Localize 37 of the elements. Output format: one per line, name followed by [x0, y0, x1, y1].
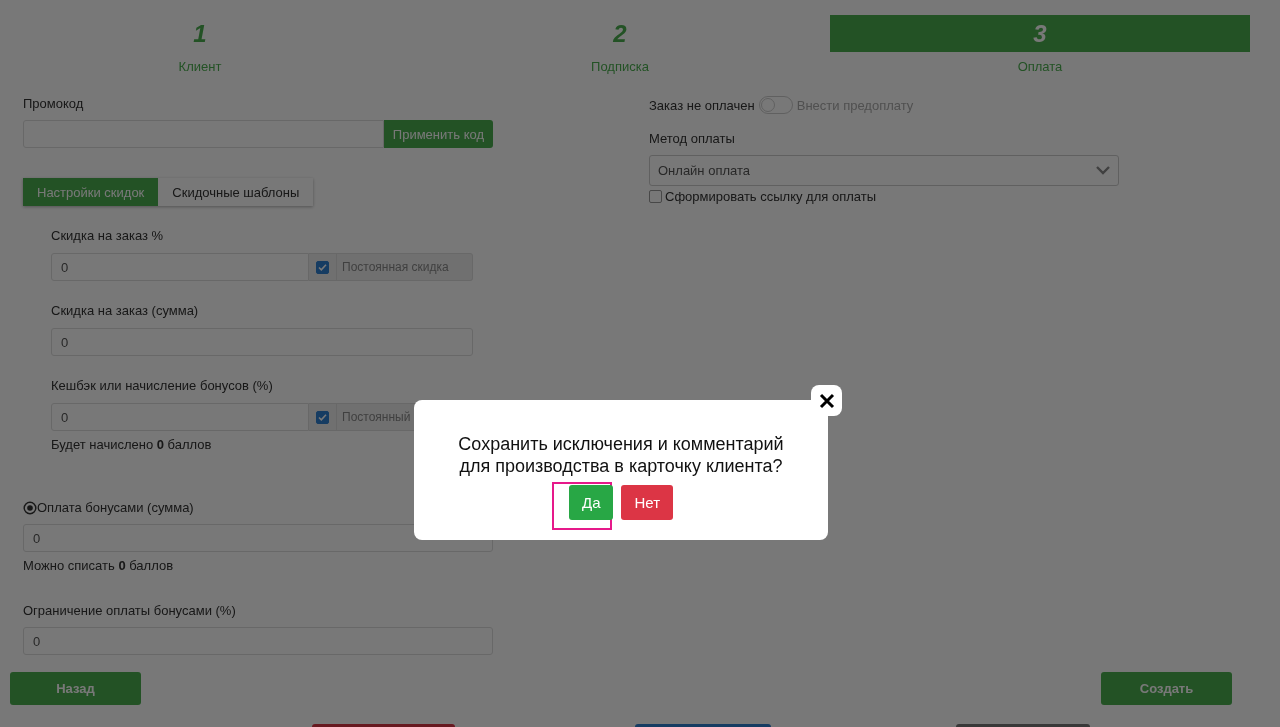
create-button[interactable]: Создать — [1101, 672, 1232, 705]
payment-method-dropdown[interactable]: Онлайн оплата — [649, 155, 1119, 186]
tab[interactable]: Настройки скидок — [23, 178, 159, 206]
checkbox[interactable] — [316, 260, 329, 274]
chevron-down-icon — [1096, 166, 1110, 175]
step-number[interactable]: 3 — [830, 15, 1250, 52]
input-field[interactable]: 0 — [51, 328, 473, 356]
yes-button[interactable]: Да — [568, 485, 614, 520]
checkbox[interactable] — [316, 410, 329, 424]
input-field[interactable]: 0 — [51, 253, 309, 281]
field-label: Скидка на заказ (сумма) — [51, 303, 200, 318]
radio-icon — [23, 500, 37, 515]
no-button[interactable]: Нет — [621, 485, 674, 520]
field-label: Метод оплаты — [649, 131, 736, 146]
step-number[interactable]: 2 — [410, 15, 830, 52]
checkbox[interactable] — [649, 190, 662, 203]
tab[interactable]: Скидочные шаблоны — [158, 178, 314, 206]
input-field[interactable]: 0 — [51, 403, 309, 431]
input-field[interactable]: 0 — [23, 627, 493, 655]
step-label: Оплата — [1017, 59, 1063, 74]
apply-code-button[interactable]: Применить код — [383, 120, 493, 148]
field-label: Скидка на заказ % — [51, 228, 165, 243]
input-field[interactable]: 0 — [23, 524, 493, 552]
field-label: Оплата бонусами (сумма) — [37, 500, 194, 515]
points-note: Можно списать 0 баллов — [23, 558, 175, 573]
checkbox-label: Сформировать ссылку для оплаты — [665, 189, 877, 204]
dialog-message: Сохранить исключения и комментарий для производства в карточку клиента? — [457, 433, 785, 477]
step-label: Подписка — [591, 59, 649, 74]
promo-code-field[interactable] — [23, 120, 384, 148]
field-label: Ограничение оплаты бонусами (%) — [23, 603, 237, 618]
payment-status-label: Заказ не оплачен — [649, 97, 755, 113]
field-label: Кешбэк или начисление бонусов (%) — [51, 378, 274, 393]
back-button[interactable]: Назад — [10, 672, 141, 705]
prepayment-toggle[interactable] — [758, 96, 793, 114]
step-number[interactable]: 1 — [0, 15, 410, 52]
field-label: Промокод — [23, 96, 85, 111]
step-label: Клиент — [178, 59, 222, 74]
